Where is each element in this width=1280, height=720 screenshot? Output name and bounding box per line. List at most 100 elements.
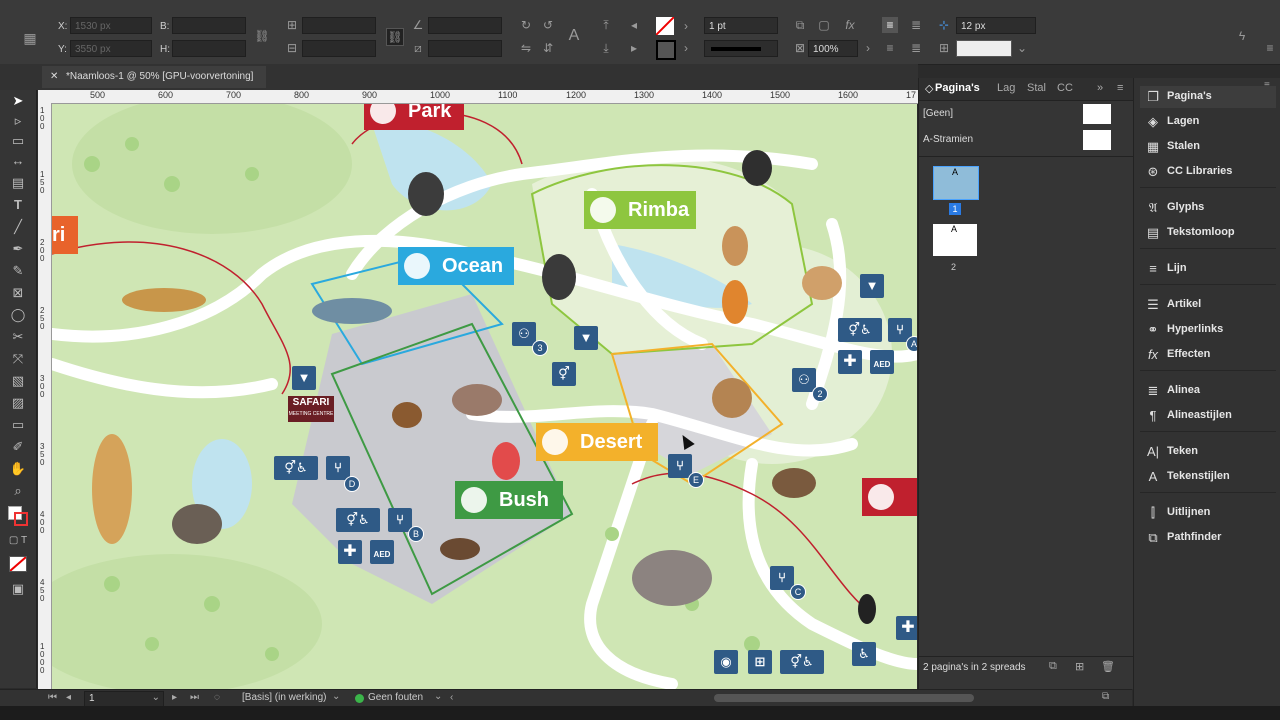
first-aid-icon[interactable]: ✚ bbox=[338, 540, 362, 564]
first-page-icon[interactable]: ⏮ bbox=[48, 692, 57, 703]
restaurant-icon[interactable]: ⑂ bbox=[388, 508, 412, 532]
rotate-cw-icon[interactable]: ↻ bbox=[518, 17, 534, 33]
edit-page-size-icon[interactable]: ⧉ bbox=[1049, 660, 1057, 673]
fill-swatch[interactable] bbox=[655, 16, 675, 36]
quick-actions-icon[interactable]: ϟ bbox=[1234, 28, 1250, 44]
dock-item-effects[interactable]: fx Effecten bbox=[1140, 344, 1276, 366]
content-collector-icon[interactable]: ▤ bbox=[8, 174, 28, 192]
next-page-icon[interactable]: ▸ bbox=[172, 692, 177, 703]
dock-item-character[interactable]: A| Teken bbox=[1140, 441, 1276, 463]
apply-none-icon[interactable] bbox=[9, 556, 27, 572]
stroller-icon[interactable]: ♿ bbox=[852, 642, 876, 666]
zoom-tool-icon[interactable]: ⌕ bbox=[8, 482, 28, 500]
deer-image[interactable] bbox=[722, 226, 748, 266]
select-next-icon[interactable]: ▸ bbox=[626, 40, 642, 56]
otter-image[interactable] bbox=[440, 538, 480, 560]
fitting-icon[interactable]: ⧉ bbox=[792, 17, 808, 33]
dock-item-article[interactable]: ☰ Artikel bbox=[1140, 294, 1276, 316]
gift-shop-icon[interactable]: ⊞ bbox=[748, 650, 772, 674]
stroke-weight-field[interactable]: 1 pt bbox=[704, 17, 778, 34]
dock-item-glyphs[interactable]: 𝔄 Glyphs bbox=[1140, 197, 1276, 219]
control-bar-menu-icon[interactable]: ≡ bbox=[1262, 40, 1278, 56]
close-tab-icon[interactable]: ✕ bbox=[50, 66, 58, 88]
horizontal-scrollbar[interactable] bbox=[714, 694, 974, 702]
page-number-field[interactable]: 1 ⌄ bbox=[84, 691, 164, 707]
stroke-dropdown-icon[interactable]: › bbox=[678, 40, 694, 56]
cheetah-image[interactable] bbox=[122, 288, 206, 312]
distribute-icon[interactable]: ≡ bbox=[882, 40, 898, 56]
align-center-icon[interactable]: ≣ bbox=[908, 17, 924, 33]
style-dropdown-icon[interactable]: ⌄ bbox=[1014, 40, 1030, 56]
toilets-accessible-icon[interactable]: ⚥♿ bbox=[274, 456, 318, 480]
ibis-image[interactable] bbox=[492, 442, 520, 480]
dock-item-align[interactable]: ⫿ Uitlijnen bbox=[1140, 502, 1276, 524]
shear-angle-field[interactable] bbox=[428, 40, 502, 57]
dock-item-cc-libraries[interactable]: ⊛ CC Libraries bbox=[1140, 161, 1276, 183]
master-a-thumb[interactable] bbox=[1083, 130, 1111, 150]
new-page-icon[interactable]: ⊞ bbox=[1075, 660, 1084, 673]
direct-selection-tool-icon[interactable]: ▹ bbox=[8, 112, 28, 130]
ellipse-tool-icon[interactable]: ◯ bbox=[8, 306, 28, 324]
last-page-icon[interactable]: ⏭ bbox=[190, 692, 199, 703]
free-transform-tool-icon[interactable]: ⤧ bbox=[8, 350, 28, 368]
dock-item-stroke[interactable]: ≡ Lijn bbox=[1140, 258, 1276, 280]
distribute-center-icon[interactable]: ≣ bbox=[908, 40, 924, 56]
monkey-image[interactable] bbox=[542, 254, 576, 300]
zone-label-ocean[interactable]: Ocean bbox=[398, 247, 514, 285]
gorilla-image[interactable] bbox=[408, 172, 444, 216]
previous-page-icon[interactable]: ◂ bbox=[66, 692, 71, 703]
dock-item-layers[interactable]: ◈ Lagen bbox=[1140, 111, 1276, 133]
spacing-field[interactable]: 12 px bbox=[956, 17, 1036, 34]
dock-item-hyperlinks[interactable]: ⚭ Hyperlinks bbox=[1140, 319, 1276, 341]
toilets-accessible-icon[interactable]: ⚥♿ bbox=[780, 650, 824, 674]
anteater-image[interactable] bbox=[452, 384, 502, 416]
vertical-ruler[interactable]: 1 0 0 1 5 0 2 0 0 2 5 0 3 0 0 3 5 0 4 0 … bbox=[38, 103, 52, 690]
panel-collapse-icon[interactable]: ◇ bbox=[925, 82, 933, 95]
tab-cc[interactable]: CC bbox=[1057, 82, 1073, 94]
opacity-menu-icon[interactable]: › bbox=[860, 40, 876, 56]
aed-icon[interactable]: AED bbox=[370, 540, 394, 564]
constrain-proportions-icon[interactable]: ⛓ bbox=[254, 28, 270, 44]
bear-image[interactable] bbox=[742, 150, 772, 186]
tab-layers[interactable]: Lag bbox=[997, 82, 1015, 94]
pencil-tool-icon[interactable]: ✎ bbox=[8, 262, 28, 280]
width-field[interactable] bbox=[172, 17, 246, 34]
height-field[interactable] bbox=[172, 40, 246, 57]
stroke-swatch[interactable] bbox=[656, 40, 676, 60]
zone-label-desert[interactable]: Desert bbox=[536, 423, 658, 461]
y-field[interactable]: 3550 px bbox=[70, 40, 152, 57]
fill-dropdown-icon[interactable]: › bbox=[678, 18, 694, 34]
playground-icon[interactable]: ⚇ bbox=[792, 368, 816, 392]
style-dropdown-icon[interactable]: ⌄ bbox=[332, 691, 340, 702]
tab-pages[interactable]: Pagina's bbox=[935, 82, 980, 94]
aed-icon[interactable]: AED bbox=[870, 350, 894, 374]
wildebeest-image[interactable] bbox=[172, 504, 222, 544]
tab-swatches[interactable]: Stal bbox=[1027, 82, 1046, 94]
pen-tool-icon[interactable]: ✒ bbox=[8, 240, 28, 258]
rotate-ccw-icon[interactable]: ↺ bbox=[540, 17, 556, 33]
zone-label-park[interactable]: Park bbox=[364, 104, 464, 130]
master-a[interactable]: A-Stramien bbox=[923, 134, 973, 145]
toilets-accessible-icon[interactable]: ⚥♿ bbox=[838, 318, 882, 342]
page-2-thumbnail[interactable]: A bbox=[933, 224, 977, 256]
safari-meeting-centre-sign[interactable]: SAFARI MEETING CENTRE bbox=[288, 396, 334, 422]
screen-mode-icon[interactable]: ▣ bbox=[8, 580, 28, 598]
note-tool-icon[interactable]: ▭ bbox=[8, 416, 28, 434]
penguin-image[interactable] bbox=[858, 594, 876, 624]
flip-horizontal-icon[interactable]: ⇋ bbox=[518, 40, 534, 56]
view-options-icon[interactable]: ⧉ bbox=[1102, 691, 1109, 702]
jaguar-image[interactable] bbox=[802, 266, 842, 300]
rectangle-frame-tool-icon[interactable]: ⊠ bbox=[8, 284, 28, 302]
gradient-swatch-tool-icon[interactable]: ▧ bbox=[8, 372, 28, 390]
toilets-icon[interactable]: ⚥ bbox=[552, 362, 576, 386]
document-tab[interactable]: ✕ *Naamloos-1 @ 50% [GPU-voorvertoning] bbox=[42, 66, 266, 88]
preflight-status[interactable]: Geen fouten bbox=[368, 692, 423, 703]
rotate-angle-field[interactable] bbox=[428, 17, 502, 34]
align-left-icon[interactable]: ≡ bbox=[882, 17, 898, 33]
select-content-icon[interactable]: ⤓ bbox=[598, 40, 614, 56]
ice-cream-icon[interactable]: ▼ bbox=[292, 366, 316, 390]
horizontal-ruler[interactable]: 500 600 700 800 900 1000 1100 1200 1300 … bbox=[38, 90, 918, 104]
preflight-dropdown-icon[interactable]: ⌄ bbox=[434, 691, 442, 702]
spacing-icon[interactable]: ⊹ bbox=[936, 17, 952, 33]
page-tool-icon[interactable]: ▭ bbox=[8, 132, 28, 150]
